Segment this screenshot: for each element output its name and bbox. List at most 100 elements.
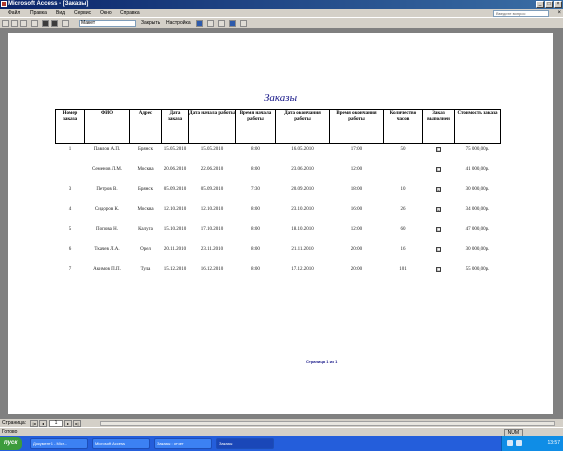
table-row: 7 Акимов П.П. Тула 15.12.2010 16.12.2010 8:00…: [56, 264, 501, 284]
col-header: Адрес: [129, 109, 162, 144]
print-icon[interactable]: [11, 20, 18, 27]
database-window-icon[interactable]: [207, 20, 214, 27]
taskbar-access[interactable]: Microsoft Access: [92, 438, 150, 449]
minimize-button[interactable]: _: [536, 1, 544, 8]
record-navigation: Страница: |◂ ◂ 1 ▸ ▸|: [0, 418, 563, 427]
menu-window[interactable]: Окно: [100, 10, 112, 16]
multiple-pages-icon[interactable]: [51, 20, 58, 27]
completed-checkbox: ☐: [423, 264, 455, 284]
prev-page-button[interactable]: ◂: [39, 420, 47, 427]
access-app-icon: [1, 1, 7, 7]
system-tray: 13:57: [501, 436, 563, 451]
table-cell: 30 000,00р.: [465, 186, 490, 192]
table-cell: Ткачев Л.А.: [94, 246, 120, 252]
next-page-button[interactable]: ▸: [64, 420, 72, 427]
completed-checkbox: ☐: [423, 144, 455, 164]
status-bar: Готово NUM: [0, 427, 563, 437]
header-row: Номер заказа ФИО Адрес Дата заказа Дата …: [55, 109, 501, 144]
table-cell: 12.10.2010: [163, 206, 187, 212]
table-cell: 15.12.2010: [163, 266, 187, 272]
col-header: Заказ выполнен: [422, 109, 455, 144]
report-title: Заказы: [263, 92, 298, 104]
last-page-button[interactable]: ▸|: [73, 420, 81, 427]
zoom-icon[interactable]: [20, 20, 27, 27]
table-cell: 22.06.2010: [200, 166, 224, 172]
table-cell: 16: [400, 246, 406, 252]
menu-tools[interactable]: Сервис: [74, 10, 91, 16]
table-cell: 16:00: [350, 206, 363, 212]
taskbar: пуск Документ1 - Micr... Microsoft Acces…: [0, 436, 563, 451]
clock: 13:57: [547, 440, 560, 446]
status-text: Готово: [2, 429, 18, 435]
table-row: 5 Попова Н. Калуга 15.10.2010 17.10.2010 8:00…: [56, 224, 501, 244]
table-cell: Калуга: [138, 226, 153, 232]
table-cell: Сидоров К.: [94, 206, 120, 212]
close-preview-button[interactable]: Закрыть: [141, 20, 160, 26]
view-icon[interactable]: [2, 20, 9, 27]
checkbox-mark: ☐: [436, 147, 441, 152]
help-icon[interactable]: [229, 20, 236, 27]
toolbar-options-icon[interactable]: [240, 20, 247, 27]
menu-view[interactable]: Вид: [56, 10, 65, 16]
table-cell: 26: [400, 206, 406, 212]
col-header: Время окончания работы: [329, 109, 384, 144]
table-cell: 05.09.2010: [200, 186, 224, 192]
table-cell: 17:00: [350, 147, 363, 152]
checkbox-mark: ☑: [436, 206, 441, 212]
maximize-button[interactable]: □: [545, 1, 553, 8]
close-window-button[interactable]: ×: [554, 1, 562, 8]
first-page-button[interactable]: |◂: [30, 420, 38, 427]
help-question-input[interactable]: Введите вопрос: [493, 10, 549, 17]
two-pages-icon[interactable]: [42, 20, 49, 27]
table-cell: 20:00: [350, 246, 363, 252]
table-cell: [384, 164, 423, 184]
table-cell: 18:00: [350, 186, 363, 192]
col-header: ФИО: [84, 109, 130, 144]
table-cell: 30 000,00р.: [465, 246, 490, 252]
table-cell: 55 000,00р.: [465, 266, 490, 272]
menu-bar: Файл Правка Вид Сервис Окно Справка Введ…: [0, 9, 563, 18]
menu-edit[interactable]: Правка: [30, 10, 47, 16]
table-cell: 10: [400, 186, 406, 192]
taskbar-report-preview[interactable]: Заказы: [216, 438, 274, 449]
table-cell: Тула: [140, 266, 151, 272]
start-button[interactable]: пуск: [0, 437, 22, 450]
table-cell: 05.09.2010: [163, 186, 187, 192]
close-document-icon[interactable]: ×: [557, 10, 561, 16]
office-links-icon[interactable]: [196, 20, 203, 27]
fit-icon[interactable]: [62, 20, 69, 27]
horizontal-scrollbar[interactable]: [100, 421, 555, 426]
completed-checkbox: ☐: [423, 224, 455, 244]
table-cell: 3: [68, 186, 72, 192]
table-cell: 15.05.2010: [200, 147, 224, 152]
new-object-icon[interactable]: [218, 20, 225, 27]
volume-icon[interactable]: [516, 440, 522, 446]
table-cell: 8:00: [251, 206, 260, 212]
table-cell: 23.11.2010: [200, 246, 224, 252]
table-row: 3 Петров В. Брянск 05.09.2010 05.09.2010 7:30…: [56, 184, 501, 204]
zoom-select[interactable]: Макет: [79, 20, 136, 27]
table-cell: Акимов П.П.: [93, 266, 121, 272]
table-cell: 101: [399, 266, 407, 272]
taskbar-report-design[interactable]: Заказы : отчет: [154, 438, 212, 449]
menu-help[interactable]: Справка: [120, 10, 140, 16]
setup-button[interactable]: Настройка: [166, 20, 191, 26]
table-cell: 1: [68, 147, 72, 152]
table-cell: Москва: [137, 166, 154, 172]
one-page-icon[interactable]: [31, 20, 38, 27]
report-table: Номер заказа ФИО Адрес Дата заказа Дата …: [55, 109, 501, 284]
table-cell: Брянск: [138, 147, 153, 152]
table-cell: [56, 164, 85, 184]
window-title: Microsoft Access - [Заказы]: [8, 1, 89, 7]
checkbox-mark: ☐: [436, 246, 441, 252]
table-cell: 7:30: [251, 186, 260, 192]
page-number-field[interactable]: 1: [49, 420, 63, 427]
window-controls: _ □ ×: [536, 1, 562, 8]
table-cell: 16.05.2010: [291, 147, 314, 152]
network-icon[interactable]: [507, 440, 513, 446]
menu-file[interactable]: Файл: [8, 10, 20, 16]
col-header: Стоимость заказа: [454, 109, 501, 144]
table-cell: Семенов Л.М.: [91, 166, 123, 172]
taskbar-word[interactable]: Документ1 - Micr...: [30, 438, 88, 449]
table-cell: Москва: [137, 206, 154, 212]
